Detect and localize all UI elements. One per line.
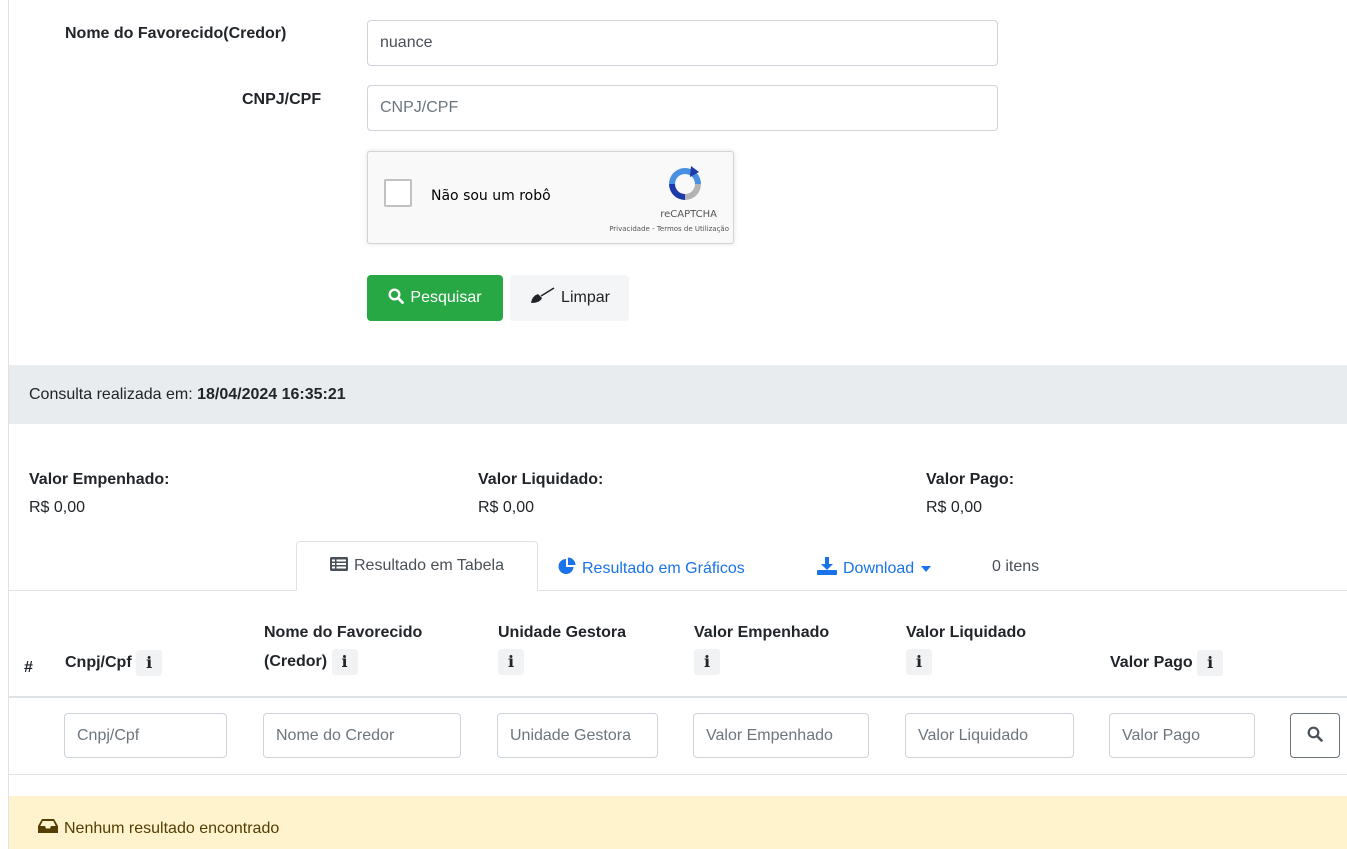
left-border xyxy=(8,0,9,849)
search-icon xyxy=(388,287,405,309)
recaptcha-links: Privacidade - Termos de Utilização xyxy=(609,225,729,233)
column-header-pago-label: Valor Pago xyxy=(1110,654,1193,671)
pago-summary-label: Valor Pago: xyxy=(926,471,1015,488)
download-icon xyxy=(817,557,837,580)
no-results-alert: Nenhum resultado encontrado xyxy=(9,796,1347,849)
filter-search-button[interactable] xyxy=(1290,713,1340,758)
table-icon xyxy=(329,556,348,576)
liquidado-summary-label: Valor Liquidado: xyxy=(478,471,604,488)
recaptcha-terms-link[interactable]: Termos de Utilização xyxy=(657,225,729,233)
recaptcha-checkbox[interactable] xyxy=(384,179,412,207)
liquidado-info-icon[interactable]: i xyxy=(906,648,932,675)
consulta-prefix: Consulta realizada em: xyxy=(29,386,198,403)
column-header-cnpj: Cnpj/Cpf i xyxy=(65,648,163,677)
consulta-bar: Consulta realizada em: 18/04/2024 16:35:… xyxy=(9,365,1347,424)
pago-info-icon[interactable]: i xyxy=(1197,649,1224,676)
recaptcha-links-separator: - xyxy=(649,225,657,233)
column-header-liquidado-label: Valor Liquidado xyxy=(906,624,1027,641)
column-header-pago: Valor Pago i xyxy=(1110,648,1224,677)
empenhado-info-icon[interactable]: i xyxy=(694,648,720,675)
recaptcha-brand: reCAPTCHA xyxy=(660,209,717,220)
consulta-datetime: 18/04/2024 16:35:21 xyxy=(197,386,346,403)
clear-button[interactable]: Limpar xyxy=(510,275,629,321)
nome-info-icon[interactable]: i xyxy=(331,648,358,675)
column-header-nome: Nome do Favorecido (Credor) i xyxy=(264,618,422,676)
cnpj-label: CNPJ/CPF xyxy=(242,91,322,108)
column-header-nome-line1: Nome do Favorecido xyxy=(264,624,423,641)
no-results-message: Nenhum resultado encontrado xyxy=(64,819,280,837)
liquidado-summary-value: R$ 0,00 xyxy=(478,499,535,516)
pago-summary-value: R$ 0,00 xyxy=(926,499,983,516)
column-header-hash: # xyxy=(24,659,33,676)
tab-chart-label: Resultado em Gráficos xyxy=(582,559,745,577)
nome-filter-input[interactable] xyxy=(263,713,461,758)
tab-chart-results[interactable]: Resultado em Gráficos xyxy=(558,557,745,580)
tab-table-label: Resultado em Tabela xyxy=(353,557,505,574)
liquidado-filter-input[interactable] xyxy=(905,713,1074,758)
column-header-nome-line2: (Credor) xyxy=(264,653,328,670)
empenhado-filter-input[interactable] xyxy=(693,713,869,758)
tabs-divider xyxy=(9,590,1347,591)
unidade-info-icon[interactable]: i xyxy=(498,648,524,675)
column-header-cnpj-label: Cnpj/Cpf xyxy=(65,654,132,671)
items-count: 0 itens xyxy=(992,558,1040,575)
clear-button-label: Limpar xyxy=(561,289,610,306)
broom-icon xyxy=(529,286,555,310)
table-header-divider xyxy=(9,696,1347,698)
column-header-empenhado-label: Valor Empenhado xyxy=(694,624,830,641)
download-label: Download xyxy=(843,559,915,577)
search-button-label: Pesquisar xyxy=(410,289,482,306)
column-header-liquidado: Valor Liquidado i xyxy=(906,618,1026,676)
no-results-content: Nenhum resultado encontrado xyxy=(38,819,279,838)
cnpj-filter-input[interactable] xyxy=(64,713,227,758)
tab-table-results[interactable]: Resultado em Tabela xyxy=(296,541,538,591)
caret-down-icon xyxy=(920,560,932,578)
recaptcha-widget: Não sou um robô reCAPTCHA Privacidade - … xyxy=(367,151,734,244)
pago-filter-input[interactable] xyxy=(1109,713,1255,758)
column-header-unidade-label: Unidade Gestora xyxy=(498,624,627,641)
recaptcha-privacy-link[interactable]: Privacidade xyxy=(609,225,650,233)
cnpj-info-icon[interactable]: i xyxy=(136,649,163,676)
search-button[interactable]: Pesquisar xyxy=(367,275,503,321)
recaptcha-label: Não sou um robô xyxy=(431,188,551,204)
recaptcha-logo-icon xyxy=(665,164,705,209)
pie-chart-icon xyxy=(558,557,576,580)
consulta-info: Consulta realizada em: 18/04/2024 16:35:… xyxy=(29,386,346,404)
empenhado-summary-label: Valor Empenhado: xyxy=(29,471,170,488)
inbox-icon xyxy=(38,819,58,838)
filter-row-divider xyxy=(9,774,1347,775)
cnpj-input[interactable] xyxy=(367,85,998,131)
column-header-unidade: Unidade Gestora i xyxy=(498,618,626,676)
unidade-filter-input[interactable] xyxy=(497,713,658,758)
favorecido-input[interactable] xyxy=(367,20,998,66)
column-header-empenhado: Valor Empenhado i xyxy=(694,618,829,676)
empenhado-summary-value: R$ 0,00 xyxy=(29,499,86,516)
favorecido-label: Nome do Favorecido(Credor) xyxy=(65,25,287,42)
download-dropdown[interactable]: Download xyxy=(817,557,932,580)
search-icon xyxy=(1307,726,1323,745)
